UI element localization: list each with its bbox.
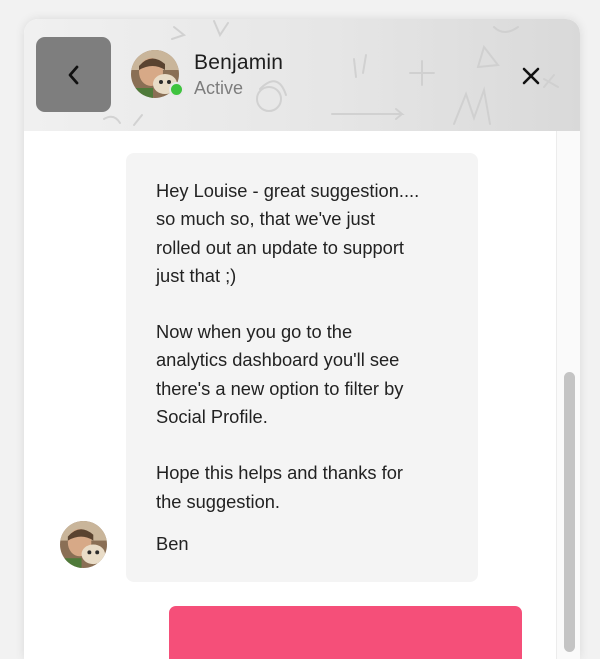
chat-window: Benjamin Active Hey Louise - great sugge… bbox=[24, 19, 580, 659]
close-button[interactable] bbox=[516, 61, 546, 91]
online-status-dot bbox=[169, 82, 184, 97]
scrollbar-thumb[interactable] bbox=[564, 372, 575, 652]
message-signature: Ben bbox=[156, 532, 189, 554]
message-bubble-incoming: Hey Louise - great suggestion.... so muc… bbox=[126, 153, 478, 582]
contact-status: Active bbox=[194, 78, 244, 98]
message-paragraph: Hope this helps and thanks for the sugge… bbox=[156, 462, 403, 512]
chevron-left-icon bbox=[68, 65, 78, 84]
close-icon bbox=[522, 67, 540, 85]
message-paragraph: Hey Louise - great suggestion.... so muc… bbox=[156, 180, 420, 286]
contact-name: Benjamin bbox=[194, 51, 284, 74]
message-text: Hey Louise - great suggestion.... so muc… bbox=[156, 177, 466, 558]
message-paragraph: Now when you go to the analytics dashboa… bbox=[156, 321, 404, 428]
sender-avatar bbox=[60, 521, 107, 568]
back-button[interactable] bbox=[36, 37, 111, 112]
chat-header: Benjamin Active bbox=[24, 19, 580, 131]
